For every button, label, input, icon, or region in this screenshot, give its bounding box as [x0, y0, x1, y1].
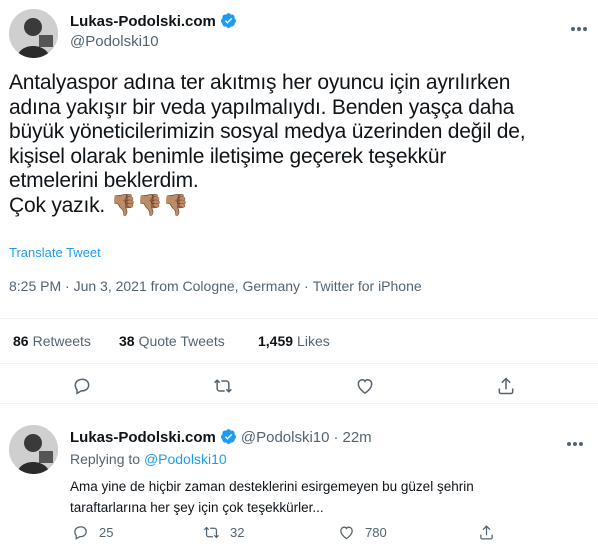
- like-icon: [340, 526, 353, 539]
- more-icon[interactable]: [566, 434, 584, 446]
- reply-header: Lukas-Podolski.com @Podolski10 · 22m: [70, 428, 372, 449]
- replying-to-handle[interactable]: @Podolski10: [144, 451, 227, 467]
- like-icon[interactable]: [355, 376, 375, 396]
- reply-text: Ama yine de hiçbir zaman desteklerini es…: [70, 479, 474, 515]
- replying-to-prefix: Replying to: [70, 451, 141, 467]
- reply-actions: 25 32 780: [0, 520, 598, 544]
- verified-badge-icon: [220, 428, 237, 449]
- likes-count: 1,459: [258, 333, 294, 349]
- share-icon[interactable]: [496, 376, 516, 396]
- handle[interactable]: @Podolski10: [70, 33, 159, 50]
- quote-tweets-count: 38: [119, 333, 135, 349]
- reply-avatar[interactable]: [9, 425, 58, 474]
- reply-display-name[interactable]: Lukas-Podolski.com: [70, 429, 216, 446]
- retweets-stat[interactable]: 86 Retweets: [13, 333, 91, 349]
- reply-share-button[interactable]: [478, 522, 505, 542]
- more-icon[interactable]: [570, 19, 588, 31]
- main-tweet: Lukas-Podolski.com @Podolski10 Antalyasp…: [0, 0, 598, 404]
- tweet-text: Antalyaspor adına ter akıtmış her oyuncu…: [9, 71, 526, 217]
- retweets-count: 86: [13, 333, 29, 349]
- verified-badge-icon: [220, 12, 237, 33]
- display-name-text: Lukas-Podolski.com: [70, 13, 216, 30]
- tweet-actions: [0, 366, 598, 404]
- retweet-icon: [203, 526, 220, 538]
- tweet-source[interactable]: Twitter for iPhone: [313, 278, 422, 294]
- translate-tweet-link[interactable]: Translate Tweet: [9, 245, 101, 260]
- reply-icon[interactable]: [72, 376, 92, 396]
- quote-tweets-label: Quote Tweets: [138, 333, 225, 349]
- share-icon: [480, 524, 493, 540]
- reply-like-button[interactable]: 780: [338, 522, 387, 542]
- reply-retweet-button[interactable]: 32: [203, 522, 244, 542]
- reply-icon: [74, 525, 87, 540]
- tweet-timestamp[interactable]: 8:25 PM · Jun 3, 2021 from Cologne, Germ…: [9, 278, 300, 294]
- reply-replies-count: 25: [99, 524, 114, 540]
- quote-tweets-stat[interactable]: 38 Quote Tweets: [119, 333, 225, 349]
- reply-handle[interactable]: @Podolski10: [241, 429, 330, 446]
- reply-time[interactable]: 22m: [342, 429, 371, 446]
- avatar[interactable]: [9, 9, 58, 58]
- replying-to: Replying to @Podolski10: [70, 451, 227, 467]
- likes-stat[interactable]: 1,459 Likes: [258, 333, 330, 349]
- likes-label: Likes: [297, 333, 330, 349]
- display-name[interactable]: Lukas-Podolski.com: [70, 12, 237, 33]
- retweets-label: Retweets: [32, 333, 91, 349]
- reply-reply-button[interactable]: 25: [72, 522, 113, 542]
- reply-likes-count: 780: [365, 524, 387, 540]
- reply-retweets-count: 32: [230, 524, 245, 540]
- separator-dot: ·: [333, 429, 339, 446]
- retweet-icon[interactable]: [213, 376, 233, 396]
- tweet-stats: 86 Retweets 38 Quote Tweets 1,459 Likes: [0, 318, 598, 364]
- separator-dot: ·: [304, 278, 309, 294]
- tweet-metadata: 8:25 PM · Jun 3, 2021 from Cologne, Germ…: [9, 278, 422, 294]
